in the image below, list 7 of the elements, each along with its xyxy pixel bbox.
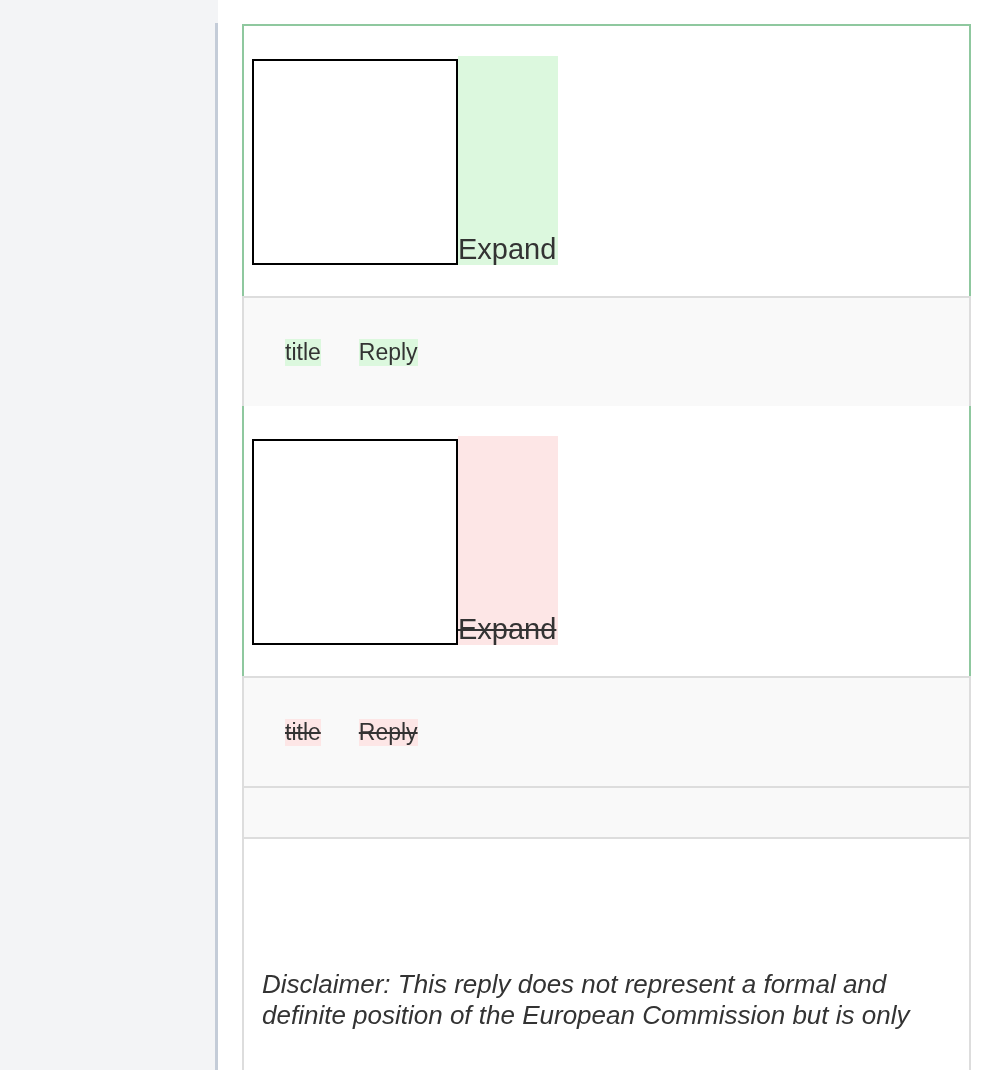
expand-label: Expand <box>458 436 558 645</box>
expand-label: Expand <box>458 56 558 265</box>
action-link[interactable]: title <box>285 718 321 746</box>
action-link[interactable]: Reply <box>358 338 418 366</box>
disclaimer-text: Disclaimer: This reply does not represent a formal and definite position of the European Commission but is only <box>262 969 912 1031</box>
action-link[interactable]: Reply <box>358 718 418 746</box>
action-link[interactable]: title <box>285 338 321 366</box>
